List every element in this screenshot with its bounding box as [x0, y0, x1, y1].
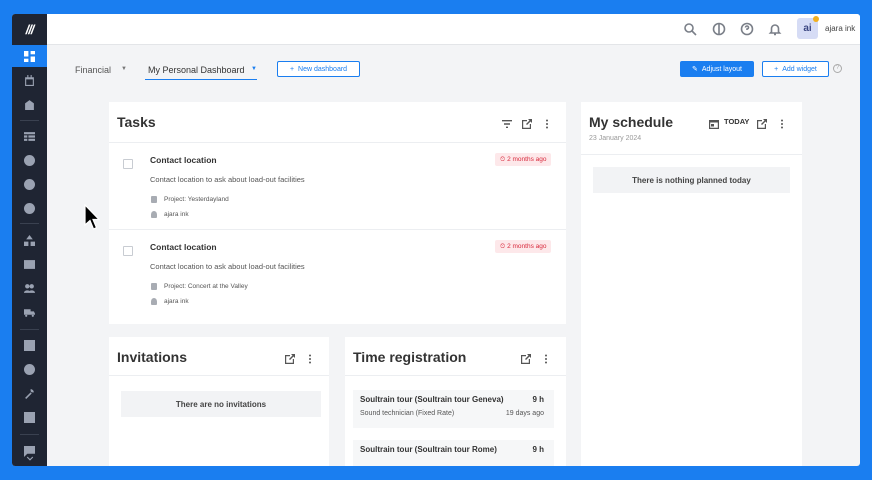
image-icon[interactable] [12, 406, 47, 428]
add-widget-button[interactable]: + Add widget [762, 61, 829, 77]
clock-icon: ⏲ [500, 242, 506, 250]
schedule-widget: My schedule TODAY 23 January 2024 There … [581, 102, 802, 466]
task-title[interactable]: Contact location [150, 155, 217, 165]
task-assignee: ajara ink [164, 298, 189, 305]
task-checkbox[interactable] [123, 246, 133, 256]
person-icon [151, 298, 157, 305]
invitations-widget: Invitations There are no invitations [109, 337, 329, 466]
add-widget-label: Add widget [782, 65, 817, 73]
dashboard-icon[interactable] [12, 45, 47, 67]
invitations-empty-message: There are no invitations [121, 391, 321, 417]
app-logo[interactable]: /// [12, 14, 47, 45]
chevron-down-icon[interactable]: ▼ [251, 66, 257, 72]
time-entry-title: Soultrain tour (Soultrain tour Rome) [360, 445, 497, 454]
top-bar: ai ajara ink [47, 14, 860, 45]
more-vertical-icon[interactable] [305, 351, 315, 364]
clock-icon[interactable] [12, 358, 47, 380]
document-icon [151, 196, 157, 203]
chevron-down-icon[interactable]: ▼ [121, 66, 127, 72]
help-icon[interactable] [740, 22, 754, 36]
open-external-icon[interactable] [521, 351, 531, 364]
task-project[interactable]: Project: Yesterdayland [164, 196, 229, 203]
dashboard-category-select[interactable]: Financial [75, 65, 111, 75]
table-icon[interactable] [12, 125, 47, 147]
search-icon[interactable] [683, 22, 697, 36]
help-icon[interactable]: ? [833, 64, 842, 73]
time-registration-widget: Time registration Soultrain tour (Soultr… [345, 337, 566, 466]
open-external-icon[interactable] [522, 116, 532, 129]
time-entry-ago: 19 days ago [505, 410, 544, 417]
time-registration-title: Time registration [353, 349, 467, 365]
app-window: /// ai ajara ink Financial ▼ My Personal… [12, 14, 860, 466]
time-entry[interactable]: Soultrain tour (Soultrain tour Geneva) 9… [353, 390, 554, 428]
task-description: Contact location to ask about load-out f… [150, 262, 305, 271]
due-badge: ⏲ 2 months ago [495, 240, 552, 253]
wrench-icon[interactable] [12, 382, 47, 404]
due-text: 2 months ago [507, 156, 547, 163]
user-icon[interactable] [12, 149, 47, 171]
time-entry-title: Soultrain tour (Soultrain tour Geneva) [360, 395, 504, 404]
sidebar: /// [12, 14, 47, 466]
filter-icon[interactable] [502, 116, 512, 128]
tasks-widget: Tasks Contact location Contact location … [109, 102, 566, 324]
task-description: Contact location to ask about load-out f… [150, 175, 305, 184]
open-external-icon[interactable] [285, 351, 295, 364]
today-button[interactable]: TODAY [724, 117, 749, 126]
id-card-icon[interactable] [12, 253, 47, 275]
due-text: 2 months ago [507, 243, 547, 250]
divider [345, 375, 566, 376]
task-item[interactable]: Contact location Contact location to ask… [109, 229, 566, 316]
adjust-layout-label: Adjust layout [701, 65, 742, 73]
time-entry-role: Sound technician (Fixed Rate) [360, 410, 455, 417]
dashboard-toolbar: Financial ▼ My Personal Dashboard ▼ + Ne… [47, 45, 860, 91]
pencil-icon: ✎ [692, 66, 698, 73]
chevron-down-icon[interactable] [12, 452, 47, 466]
plus-icon: + [774, 65, 779, 73]
open-external-icon[interactable] [757, 116, 767, 129]
building-icon[interactable] [12, 93, 47, 115]
adjust-layout-button[interactable]: ✎ Adjust layout [680, 61, 754, 77]
task-project[interactable]: Project: Concert at the Valley [164, 283, 248, 290]
task-assignee: ajara ink [164, 211, 189, 218]
time-entry-hours: 9 h [532, 445, 544, 454]
dollar-icon[interactable] [12, 197, 47, 219]
contrast-icon[interactable] [712, 22, 726, 36]
task-title[interactable]: Contact location [150, 242, 217, 252]
calendar-icon[interactable] [12, 69, 47, 91]
compass-icon[interactable] [12, 173, 47, 195]
active-dashboard-underline [145, 79, 257, 80]
person-icon [151, 211, 157, 218]
mouse-cursor-icon [84, 204, 100, 230]
new-dashboard-label: New dashboard [298, 65, 348, 73]
clock-icon: ⏲ [500, 155, 506, 163]
calendar-icon[interactable] [709, 116, 719, 129]
schedule-title: My schedule [589, 114, 674, 130]
tasks-title: Tasks [117, 114, 156, 130]
user-name[interactable]: ajara ink [825, 24, 855, 33]
due-badge: ⏲ 2 months ago [495, 153, 552, 166]
more-vertical-icon[interactable] [542, 116, 552, 129]
shapes-icon[interactable] [12, 229, 47, 251]
checkbox-icon[interactable] [12, 334, 47, 356]
divider [109, 375, 329, 376]
people-icon[interactable] [12, 277, 47, 299]
bell-icon[interactable] [768, 22, 782, 36]
truck-icon[interactable] [12, 301, 47, 323]
time-entry[interactable]: Soultrain tour (Soultrain tour Rome) 9 h [353, 440, 554, 466]
new-dashboard-button[interactable]: + New dashboard [277, 61, 360, 77]
plus-icon: + [289, 65, 295, 73]
more-vertical-icon[interactable] [541, 351, 551, 364]
time-entry-hours: 9 h [532, 395, 544, 404]
divider [581, 154, 802, 155]
task-item[interactable]: Contact location Contact location to ask… [109, 142, 566, 229]
notification-dot [813, 16, 819, 22]
document-icon [151, 283, 157, 290]
task-checkbox[interactable] [123, 159, 133, 169]
dashboard-name-select[interactable]: My Personal Dashboard [148, 65, 245, 75]
schedule-empty-message: There is nothing planned today [593, 167, 790, 193]
invitations-title: Invitations [117, 349, 188, 365]
more-vertical-icon[interactable] [777, 116, 787, 129]
schedule-date: 23 January 2024 [589, 135, 642, 142]
